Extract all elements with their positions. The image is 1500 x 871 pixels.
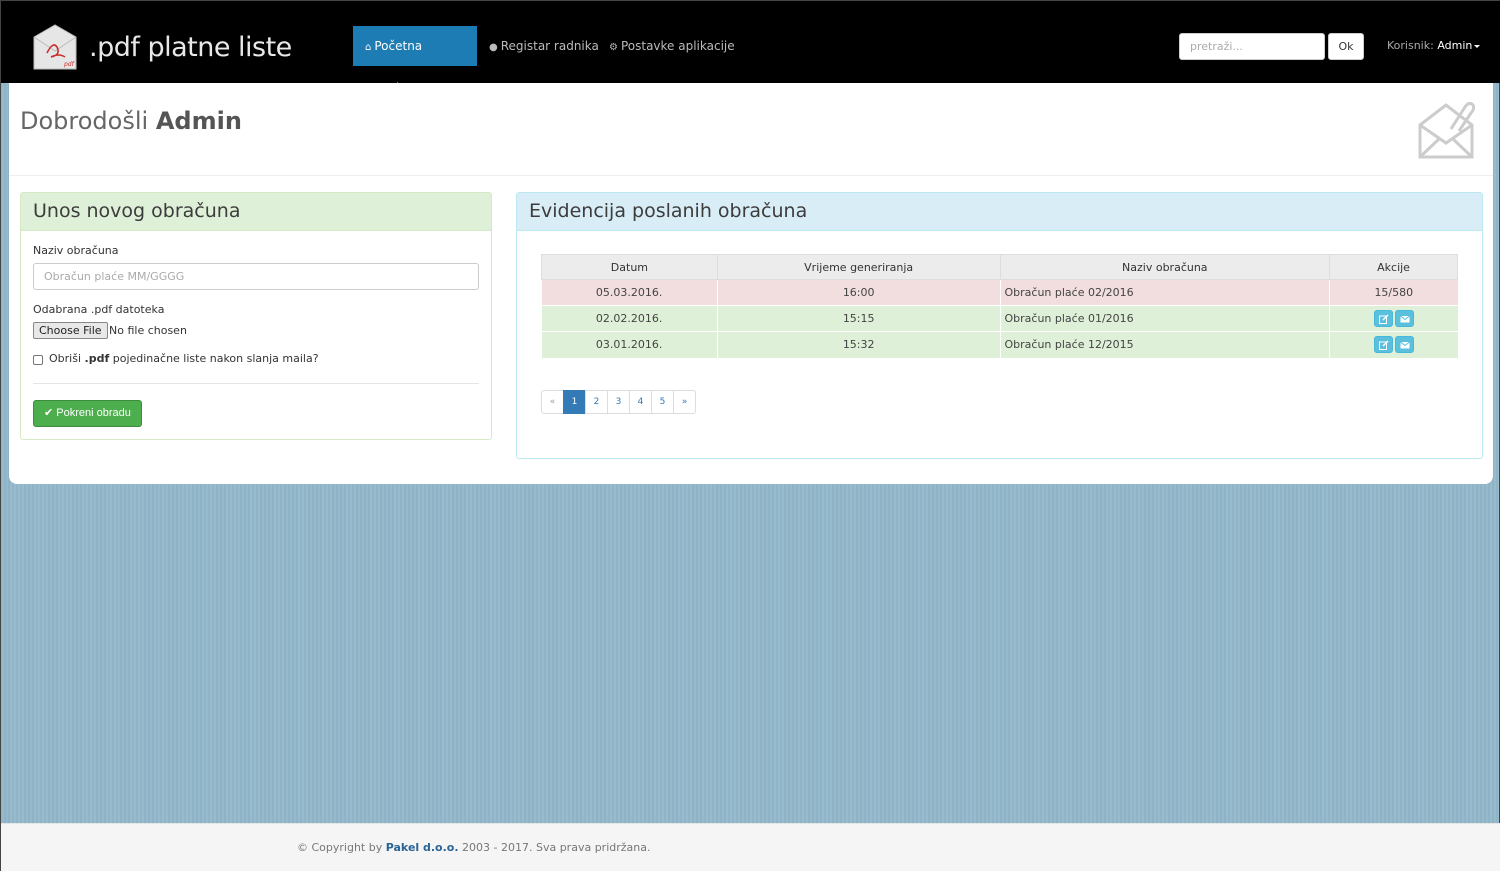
pagination-page-2[interactable]: 2 xyxy=(585,390,608,414)
delete-pdf-checkbox[interactable] xyxy=(33,355,43,365)
cell-actions xyxy=(1329,305,1458,332)
start-processing-label: Pokreni obradu xyxy=(56,407,131,419)
delete-pdf-label-pre: Obriši xyxy=(49,352,82,365)
mail-attachment-icon xyxy=(1418,101,1475,159)
footer: © Copyright by Pakel d.o.o. 2003 - 2017.… xyxy=(1,823,1500,871)
search-input[interactable] xyxy=(1179,33,1325,60)
page-title: Dobrodošli Admin xyxy=(20,107,242,135)
cell-time: 16:00 xyxy=(716,279,1000,306)
header-divider xyxy=(9,175,1493,176)
welcome-user: Admin xyxy=(155,107,242,135)
home-icon: ⌂ xyxy=(365,42,372,53)
copyright-text: © Copyright by Pakel d.o.o. 2003 - 2017.… xyxy=(297,841,651,854)
cell-action-progress: 15/580 xyxy=(1329,279,1458,306)
copyright-post: 2003 - 2017. Sva prava pridržana. xyxy=(462,841,651,854)
sent-payrolls-panel: Evidencija poslanih obračuna Datum Vrije… xyxy=(516,192,1483,459)
cell-date: 05.03.2016. xyxy=(541,279,718,306)
main-content: Dobrodošli Admin Unos novog obračuna Naz… xyxy=(9,83,1493,484)
brand-name: .pdf platne liste xyxy=(89,31,292,63)
start-processing-button[interactable]: ✔ Pokreni obradu xyxy=(33,400,142,427)
edit-icon xyxy=(1378,314,1389,324)
cell-name: Obračun plaće 02/2016 xyxy=(999,279,1330,306)
user-icon: ● xyxy=(489,42,498,53)
top-navbar: pdf .pdf platne liste ⌂Početna stranica … xyxy=(1,1,1500,95)
check-icon: ✔ xyxy=(44,407,54,419)
edit-button[interactable] xyxy=(1373,310,1393,327)
pagination-page-5[interactable]: 5 xyxy=(651,390,674,414)
file-status: No file chosen xyxy=(109,324,187,337)
table-row: 05.03.2016. 16:00 Obračun plaće 02/2016 … xyxy=(541,279,1458,306)
pagination-page-3[interactable]: 3 xyxy=(607,390,630,414)
choose-file-button[interactable]: Choose File xyxy=(33,322,108,339)
new-payroll-panel: Unos novog obračuna Naziv obračuna Odabr… xyxy=(20,192,492,440)
cell-date: 02.02.2016. xyxy=(541,305,718,332)
sent-payrolls-panel-title: Evidencija poslanih obračuna xyxy=(517,193,1482,231)
copyright-pre: © Copyright by xyxy=(297,841,383,854)
nav-employee-register-label: Registar radnika xyxy=(500,39,599,53)
pdf-envelope-logo-icon: pdf xyxy=(31,23,79,71)
cell-time: 15:32 xyxy=(716,331,1000,358)
nav-home[interactable]: ⌂Početna stranica xyxy=(353,26,477,95)
nav-app-settings-label: Postavke aplikacije xyxy=(620,39,735,53)
payroll-name-input[interactable] xyxy=(33,263,479,290)
send-mail-button[interactable] xyxy=(1394,310,1414,327)
new-payroll-panel-title: Unos novog obračuna xyxy=(21,193,491,231)
pagination-page-1[interactable]: 1 xyxy=(563,390,586,414)
welcome-text: Dobrodošli xyxy=(20,107,149,135)
column-header-time: Vrijeme generiranja xyxy=(716,254,1001,280)
send-mail-button[interactable] xyxy=(1394,336,1414,354)
envelope-icon xyxy=(1399,315,1410,323)
payroll-table: Datum Vrijeme generiranja Naziv obračuna… xyxy=(541,254,1458,358)
edit-button[interactable] xyxy=(1373,336,1393,354)
delete-pdf-label[interactable]: Obriši .pdf pojedinačne liste nakon slan… xyxy=(49,352,319,365)
nav-app-settings[interactable]: ⚙ Postavke aplikacije xyxy=(597,26,747,66)
logo-label: pdf xyxy=(63,61,75,68)
column-header-actions: Akcije xyxy=(1329,254,1458,280)
column-header-date: Datum xyxy=(541,254,718,280)
nav-employee-register[interactable]: ● Registar radnika xyxy=(477,26,611,66)
pagination-page-4[interactable]: 4 xyxy=(629,390,652,414)
user-prefix: Korisnik: xyxy=(1387,39,1434,52)
form-divider xyxy=(33,383,479,384)
company-link[interactable]: Pakel d.o.o. xyxy=(386,841,459,854)
table-row: 03.01.2016. 15:32 Obračun plaće 12/2015 xyxy=(541,331,1458,358)
search-ok-button[interactable]: Ok xyxy=(1328,33,1364,60)
brand[interactable]: pdf .pdf platne liste xyxy=(31,23,292,71)
gear-icon: ⚙ xyxy=(609,42,618,53)
payroll-name-label: Naziv obračuna xyxy=(33,244,119,257)
column-header-name: Naziv obračuna xyxy=(999,254,1331,280)
table-header-row: Datum Vrijeme generiranja Naziv obračuna… xyxy=(541,254,1458,280)
pdf-file-label: Odabrana .pdf datoteka xyxy=(33,303,165,316)
pagination-next[interactable]: » xyxy=(673,390,696,414)
payroll-table-wrap: Datum Vrijeme generiranja Naziv obračuna… xyxy=(541,254,1458,358)
user-menu[interactable]: Korisnik: Admin xyxy=(1387,39,1481,52)
user-name: Admin xyxy=(1437,39,1473,52)
edit-icon xyxy=(1378,340,1389,351)
cell-name: Obračun plaće 01/2016 xyxy=(999,305,1330,332)
pagination-prev[interactable]: « xyxy=(541,390,564,414)
delete-pdf-label-post: pojedinačne liste nakon slanja maila? xyxy=(112,352,319,365)
envelope-icon xyxy=(1399,341,1410,349)
cell-name: Obračun plaće 12/2015 xyxy=(999,331,1330,358)
cell-time: 15:15 xyxy=(716,305,1000,332)
delete-pdf-label-bold: .pdf xyxy=(84,352,110,365)
table-row: 02.02.2016. 15:15 Obračun plaće 01/2016 xyxy=(541,305,1458,332)
cell-date: 03.01.2016. xyxy=(541,331,718,358)
caret-down-icon xyxy=(1474,44,1481,48)
pagination: « 1 2 3 4 5 » xyxy=(541,390,696,414)
cell-actions xyxy=(1329,331,1458,358)
